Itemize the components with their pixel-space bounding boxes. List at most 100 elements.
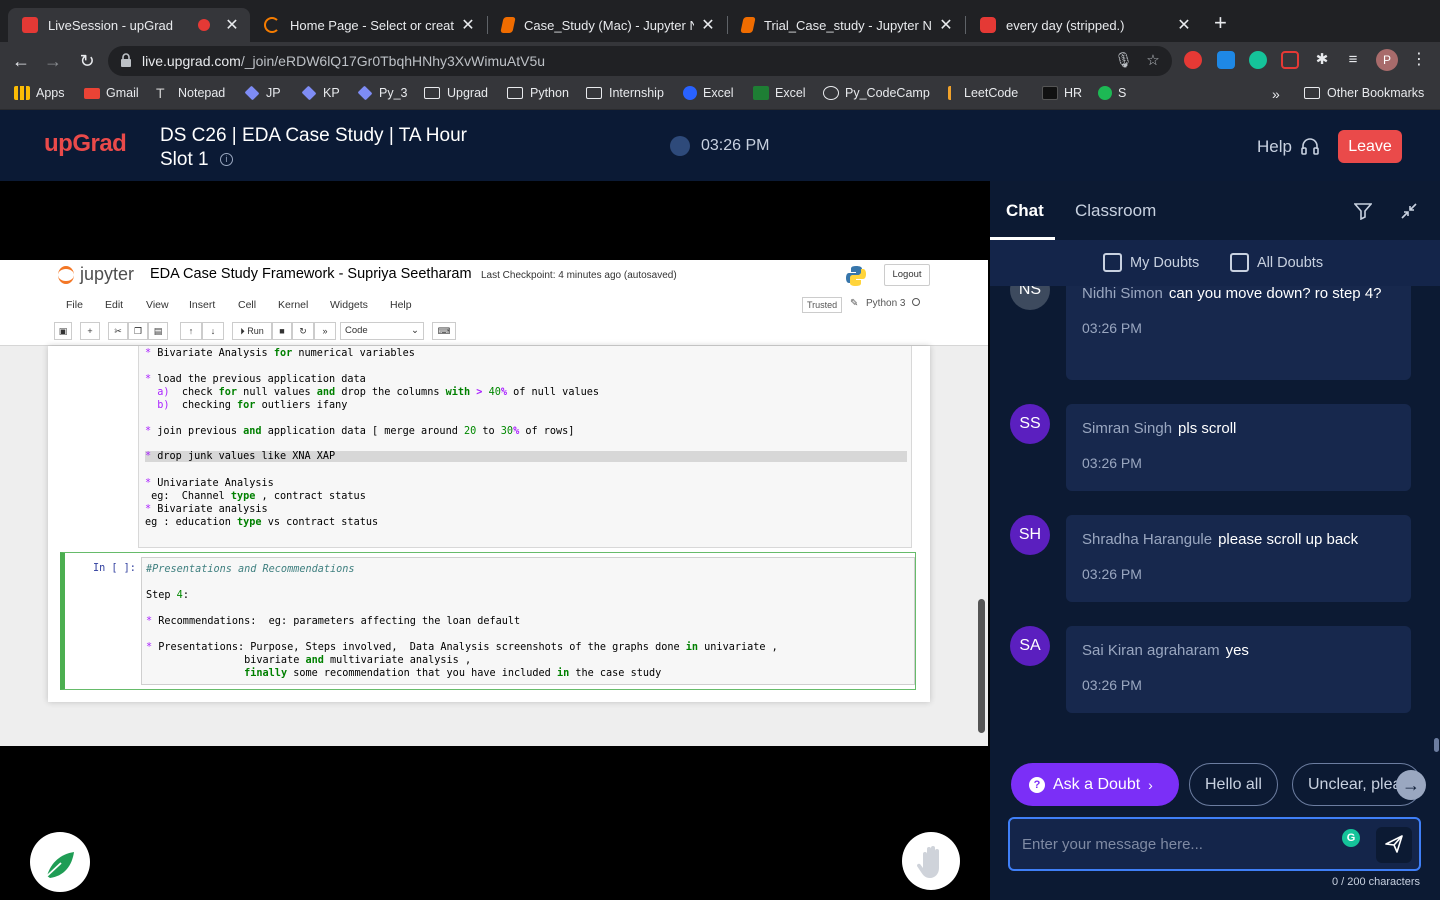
close-tab-icon[interactable]: ✕	[938, 15, 954, 35]
headset-icon[interactable]	[1300, 137, 1320, 157]
checkbox-box	[1230, 253, 1249, 272]
browser-tab-trial-case-study[interactable]: Trial_Case_study - Jupyter Not ✕	[728, 8, 964, 42]
bookmark-py3[interactable]: Py_3	[357, 85, 408, 101]
new-tab-icon[interactable]: +	[1214, 12, 1227, 34]
bookmark-leetcode[interactable]: LeetCode	[948, 86, 1018, 100]
leaf-action-button[interactable]	[30, 832, 90, 892]
filter-icon[interactable]	[1354, 202, 1372, 220]
bookmark-notepad[interactable]: T Notepad	[156, 86, 225, 100]
edit-pencil-icon[interactable]: ✎	[850, 298, 858, 309]
save-icon[interactable]: ▣	[54, 322, 72, 340]
menu-widgets[interactable]: Widgets	[330, 299, 368, 311]
upgrad-logo[interactable]: upGrad	[44, 130, 127, 158]
close-tab-icon[interactable]: ✕	[460, 15, 476, 35]
message-list[interactable]: NS Nidhi Simon can you move down? ro step…	[990, 286, 1426, 752]
media-queue-icon[interactable]: ≡	[1344, 51, 1362, 69]
quick-reply-hello[interactable]: Hello all	[1189, 763, 1278, 806]
browser-tab-home[interactable]: Home Page - Select or create a ✕	[250, 8, 486, 42]
menu-help[interactable]: Help	[390, 299, 412, 311]
selected-code-cell[interactable]: In [ ]: #Presentations and Recommendatio…	[60, 552, 916, 690]
code-line: * Recommendations: eg: parameters affect…	[146, 616, 521, 627]
help-link[interactable]: Help	[1257, 137, 1292, 157]
tab-classroom[interactable]: Classroom	[1075, 201, 1156, 221]
menu-kernel[interactable]: Kernel	[278, 299, 308, 311]
raise-hand-button[interactable]	[902, 832, 960, 890]
code-line: * load the previous application data	[145, 374, 366, 385]
address-bar[interactable]: live.upgrad.com/_join/eRDW6lQ17Gr0TbqhHN…	[108, 46, 1172, 76]
bookmark-jp[interactable]: JP	[244, 85, 281, 101]
forward-icon[interactable]: →	[40, 48, 66, 74]
profile-avatar[interactable]: P	[1376, 49, 1398, 71]
bookmark-excel-c[interactable]: Excel	[683, 86, 734, 100]
bookmark-label: Excel	[703, 86, 734, 100]
bookmark-kp[interactable]: KP	[301, 85, 340, 101]
bookmark-s[interactable]: S	[1098, 86, 1126, 100]
paste-icon[interactable]: ▤	[148, 322, 168, 340]
insert-cell-icon[interactable]: +	[80, 322, 100, 340]
bookmark-star-icon[interactable]: ☆	[1144, 52, 1162, 70]
bookmark-gmail[interactable]: Gmail	[84, 86, 139, 100]
message-composer: G	[1008, 817, 1421, 871]
logout-button[interactable]: Logout	[884, 264, 930, 286]
markdown-cell-steps[interactable]: * Bivariate Analysis for numerical varia…	[138, 346, 912, 548]
ask-doubt-button[interactable]: ? Ask a Doubt ›	[1011, 763, 1179, 806]
cell-type-select[interactable]: Code ⌄	[340, 322, 424, 340]
run-button[interactable]: ⏵ Run	[232, 322, 272, 340]
notebook-name[interactable]: EDA Case Study Framework - Supriya Seeth…	[150, 266, 472, 282]
move-down-icon[interactable]: ↓	[202, 322, 224, 340]
bookmark-internship-folder[interactable]: Internship	[586, 86, 664, 100]
browser-menu-icon[interactable]: ⋮	[1410, 51, 1428, 69]
copy-icon[interactable]: ❐	[128, 322, 148, 340]
chat-scrollbar[interactable]	[1434, 738, 1439, 752]
all-doubts-checkbox[interactable]: All Doubts	[1230, 253, 1323, 272]
reload-icon[interactable]: ↻	[74, 48, 100, 74]
trusted-badge[interactable]: Trusted	[802, 297, 843, 313]
message-input[interactable]	[1022, 832, 1332, 856]
interrupt-icon[interactable]: ■	[272, 322, 292, 340]
grammarly-icon[interactable]: G	[1342, 829, 1360, 847]
arrow-right-icon[interactable]: →	[1396, 770, 1426, 800]
info-icon[interactable]: i	[219, 153, 233, 167]
more-bookmarks-icon[interactable]: »	[1272, 86, 1280, 102]
tab-chat[interactable]: Chat	[1006, 201, 1044, 221]
menu-view[interactable]: View	[146, 299, 169, 311]
extension-red-icon[interactable]	[1281, 51, 1299, 69]
bookmark-upgrad-folder[interactable]: Upgrad	[424, 86, 488, 100]
send-button[interactable]	[1376, 827, 1412, 863]
restart-run-all-icon[interactable]: »	[314, 322, 336, 340]
bookmark-hr[interactable]: HR	[1042, 86, 1082, 100]
close-tab-icon[interactable]: ✕	[1176, 15, 1192, 35]
my-doubts-checkbox[interactable]: My Doubts	[1103, 253, 1199, 272]
microphone-icon[interactable]: 🎙	[1114, 52, 1133, 70]
menu-cell[interactable]: Cell	[238, 299, 256, 311]
browser-tab-livesession[interactable]: LiveSession - upGrad ✕	[8, 8, 250, 42]
menu-file[interactable]: File	[66, 299, 83, 311]
extensions-puzzle-icon[interactable]: ✱	[1313, 51, 1331, 69]
cut-icon[interactable]: ✂	[108, 322, 128, 340]
leave-button[interactable]: Leave	[1338, 130, 1402, 163]
extension-blue-icon[interactable]	[1217, 51, 1235, 69]
minimize-icon[interactable]	[1400, 202, 1418, 220]
bookmark-apps[interactable]: Apps	[14, 86, 65, 100]
menu-edit[interactable]: Edit	[105, 299, 123, 311]
tab-label: every day (stripped.)	[1006, 17, 1125, 33]
bookmark-excel[interactable]: Excel	[753, 86, 806, 100]
other-bookmarks[interactable]: Other Bookmarks	[1304, 86, 1424, 100]
ublock-extension-icon[interactable]	[1184, 51, 1202, 69]
avatar: NS	[1010, 286, 1050, 310]
close-tab-icon[interactable]: ✕	[224, 15, 240, 35]
back-icon[interactable]: ←	[8, 48, 34, 74]
browser-tab-every-day[interactable]: every day (stripped.) ✕	[966, 8, 1202, 42]
spotify-icon	[1098, 86, 1112, 100]
stage-scrollbar[interactable]	[978, 599, 985, 733]
browser-tab-case-study[interactable]: Case_Study (Mac) - Jupyter Nc ✕	[488, 8, 726, 42]
bookmark-python-folder[interactable]: Python	[507, 86, 569, 100]
bookmark-py-codecamp[interactable]: Py_CodeCamp	[823, 86, 930, 100]
keyboard-icon[interactable]: ⌨	[432, 322, 456, 340]
close-tab-icon[interactable]: ✕	[700, 15, 716, 35]
grammarly-extension-icon[interactable]	[1249, 51, 1267, 69]
cell-editor[interactable]: #Presentations and Recommendations Step …	[141, 557, 915, 685]
restart-icon[interactable]: ↻	[292, 322, 314, 340]
move-up-icon[interactable]: ↑	[180, 322, 202, 340]
menu-insert[interactable]: Insert	[189, 299, 215, 311]
